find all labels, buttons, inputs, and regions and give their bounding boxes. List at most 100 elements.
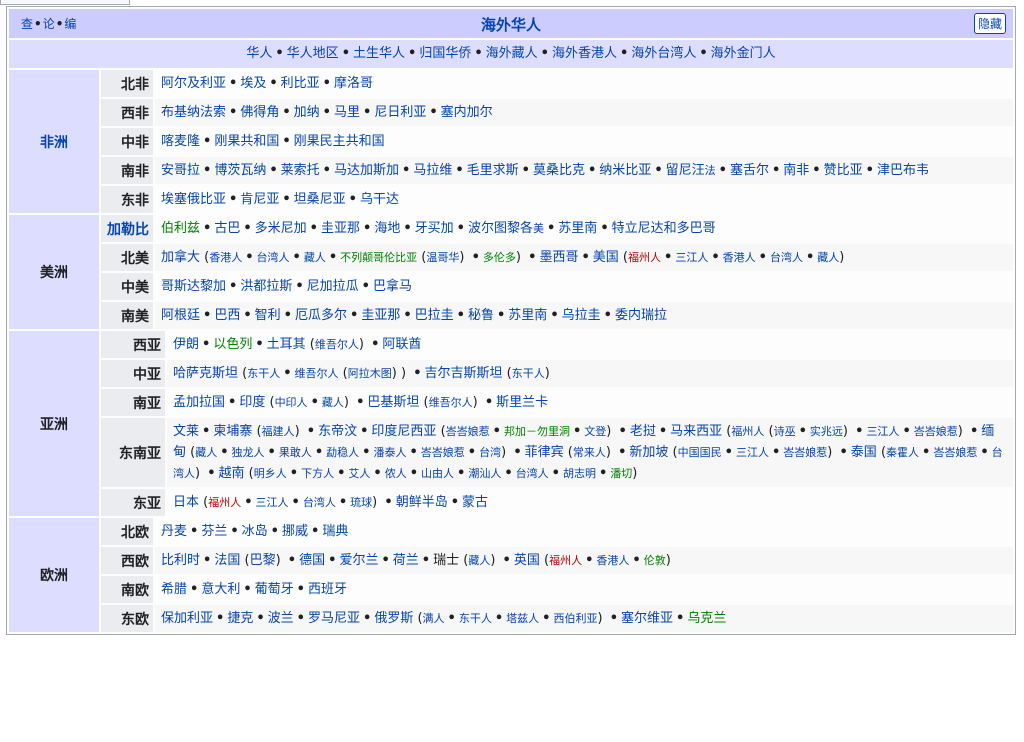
nav-link[interactable]: 东干人 <box>247 367 280 380</box>
nav-link[interactable]: 中印人 <box>275 396 308 409</box>
nav-link[interactable]: 山由人 <box>421 467 454 480</box>
nav-link[interactable]: 尼加拉瓜 <box>307 279 359 294</box>
nav-link-missing[interactable]: 福州人 <box>549 554 582 567</box>
nav-link[interactable]: 巴黎 <box>250 553 276 568</box>
nav-link[interactable]: 峇峇娘惹 <box>783 446 827 459</box>
nav-link[interactable]: 藏人 <box>195 446 217 459</box>
group-label[interactable]: 非洲 <box>9 70 99 213</box>
nav-link[interactable]: 东干人 <box>459 612 492 625</box>
nav-link[interactable]: 埃塞俄比亚 <box>161 192 226 207</box>
nav-link[interactable]: 法国 <box>214 553 240 568</box>
nav-link[interactable]: 福州人 <box>731 425 764 438</box>
nav-link[interactable]: 孟加拉国 <box>173 395 225 410</box>
nav-link[interactable]: 纳米比亚 <box>599 163 651 178</box>
nav-link[interactable]: 摩洛哥 <box>334 76 373 91</box>
nav-link[interactable]: 菲律宾 <box>525 445 564 460</box>
nav-link[interactable]: 希腊 <box>161 582 187 597</box>
row-label[interactable]: 加勒比 <box>101 215 153 242</box>
subheader-link[interactable]: 华人地区 <box>287 46 339 61</box>
nav-link[interactable]: 文登 <box>584 425 606 438</box>
nav-link[interactable]: 莫桑比克 <box>533 163 585 178</box>
nav-link[interactable]: 温哥华 <box>426 251 459 264</box>
nav-link[interactable]: 古巴 <box>214 221 240 236</box>
nav-link[interactable]: 台湾人 <box>770 251 803 264</box>
nav-link[interactable]: 马里 <box>334 105 360 120</box>
nav-link[interactable]: 琉球 <box>350 496 372 509</box>
nav-link-visited[interactable]: 潘切 <box>610 467 632 480</box>
nav-link[interactable]: 三江人 <box>736 446 769 459</box>
nav-link[interactable]: 俄罗斯 <box>374 611 413 626</box>
nav-link[interactable]: 实兆远 <box>810 425 843 438</box>
navbox-title[interactable]: 海外华人 <box>9 14 1013 35</box>
nav-link[interactable]: 三江人 <box>675 251 708 264</box>
nav-link[interactable]: 常来人 <box>573 446 606 459</box>
nav-link[interactable]: 瑞典 <box>322 524 348 539</box>
nav-link[interactable]: 秦霍人 <box>886 446 919 459</box>
nav-link[interactable]: 葡萄牙 <box>255 582 294 597</box>
nav-link[interactable]: 诗巫 <box>774 425 796 438</box>
nav-link[interactable]: 侬人 <box>385 467 407 480</box>
nav-link[interactable]: 海地 <box>374 221 400 236</box>
nav-link[interactable]: 台湾人 <box>516 467 549 480</box>
nav-link[interactable]: 阿尔及利亚 <box>161 76 226 91</box>
nav-link[interactable]: 峇峇娘惹 <box>933 446 977 459</box>
subheader-link[interactable]: 土生华人 <box>353 46 405 61</box>
nav-link[interactable]: 秘鲁 <box>468 308 494 323</box>
nav-link[interactable]: 独龙人 <box>232 446 265 459</box>
nav-link[interactable]: 委内瑞拉 <box>615 308 667 323</box>
nav-link[interactable]: 尼日利亚 <box>374 105 426 120</box>
nav-link[interactable]: 多米尼加 <box>255 221 307 236</box>
nav-link[interactable]: 香港人 <box>209 251 242 264</box>
nav-link[interactable]: 安哥拉 <box>161 163 200 178</box>
nav-link[interactable]: 莱索托 <box>281 163 320 178</box>
nav-link[interactable]: 法 <box>705 164 716 177</box>
nav-link[interactable]: 德国 <box>299 553 325 568</box>
nav-link[interactable]: 哈萨克斯坦 <box>173 366 238 381</box>
nav-link[interactable]: 峇峇娘惹 <box>914 425 958 438</box>
nav-link[interactable]: 厄瓜多尔 <box>295 308 347 323</box>
nav-link[interactable]: 艾人 <box>348 467 370 480</box>
nav-link[interactable]: 捷克 <box>227 611 253 626</box>
subheader-link[interactable]: 海外藏人 <box>486 46 538 61</box>
nav-link[interactable]: 潘泰人 <box>373 446 406 459</box>
subheader-link[interactable]: 华人 <box>246 46 272 61</box>
nav-link[interactable]: 意大利 <box>201 582 240 597</box>
nav-link[interactable]: 留尼汪 <box>666 163 705 178</box>
nav-link[interactable]: 挪威 <box>282 524 308 539</box>
nav-link[interactable]: 圭亚那 <box>361 308 400 323</box>
nav-link[interactable]: 潮汕人 <box>468 467 501 480</box>
nav-link[interactable]: 特立尼达和多巴哥 <box>612 221 716 236</box>
nav-link[interactable]: 文莱 <box>173 424 199 439</box>
nav-link-visited[interactable]: 邦加－勿里洞 <box>504 425 570 438</box>
nav-link[interactable]: 赞比亚 <box>824 163 863 178</box>
nav-link[interactable]: 东干人 <box>512 367 545 380</box>
nav-link[interactable]: 胡志明 <box>563 467 596 480</box>
nav-link[interactable]: 峇峇娘惹 <box>421 446 465 459</box>
nav-link[interactable]: 刚果民主共和国 <box>294 134 385 149</box>
nav-link[interactable]: 印度 <box>239 395 265 410</box>
nav-link[interactable]: 台湾人 <box>257 251 290 264</box>
nav-link[interactable]: 阿联酋 <box>382 337 421 352</box>
nav-link[interactable]: 维吾尔人 <box>429 396 473 409</box>
nav-link[interactable]: 勐稳人 <box>326 446 359 459</box>
nav-link[interactable]: 埃及 <box>240 76 266 91</box>
nav-link[interactable]: 台湾人 <box>303 496 336 509</box>
nav-link-missing[interactable]: 福州人 <box>628 251 661 264</box>
nav-link[interactable]: 香港人 <box>596 554 629 567</box>
nav-link-visited[interactable]: 乌克兰 <box>687 611 726 626</box>
nav-link-visited[interactable]: 以色列 <box>213 337 252 352</box>
nav-link[interactable]: 美 <box>533 222 544 235</box>
nav-link[interactable]: 洪都拉斯 <box>240 279 292 294</box>
nav-link[interactable]: 丹麦 <box>161 524 187 539</box>
nav-link[interactable]: 日本 <box>173 495 199 510</box>
nav-link[interactable]: 三江人 <box>256 496 289 509</box>
nav-link[interactable]: 苏里南 <box>558 221 597 236</box>
nav-link[interactable]: 南非 <box>783 163 809 178</box>
nav-link[interactable]: 藏人 <box>322 396 344 409</box>
nav-link[interactable]: 墨西哥 <box>539 250 578 265</box>
subheader-link[interactable]: 海外金门人 <box>711 46 776 61</box>
nav-link[interactable]: 西伯利亚 <box>553 612 597 625</box>
nav-link-visited[interactable]: 多伦多 <box>483 251 516 264</box>
nav-link[interactable]: 博茨瓦纳 <box>214 163 266 178</box>
nav-link[interactable]: 香港人 <box>723 251 756 264</box>
